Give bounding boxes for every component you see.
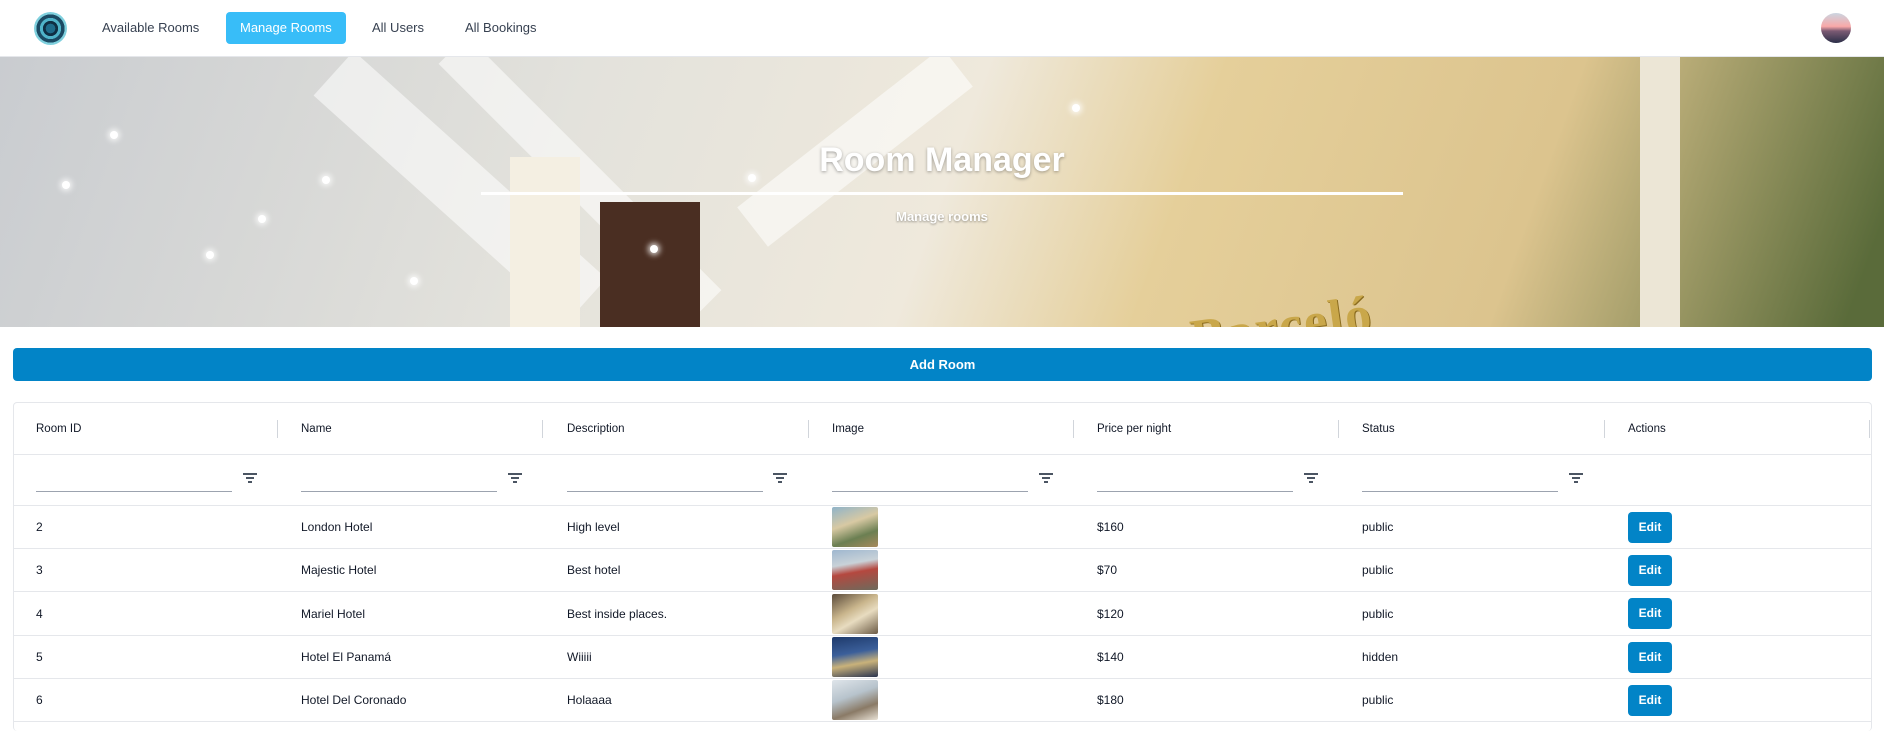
cell-price: $140 [1097,650,1124,664]
cell-price: $70 [1097,563,1118,577]
table-row[interactable]: 5 Hotel El Panamá Wiiiii $140 hidden Edi… [14,636,1871,679]
hero-banner: Barceló Room Manager Manage rooms [0,57,1884,327]
hero-ceiling-light [410,277,418,285]
cell-status: public [1362,606,1394,621]
cell-status: public [1362,520,1394,534]
top-navbar: Available Rooms Manage Rooms All Users A… [0,0,1884,57]
filter-input-image[interactable] [832,471,1028,492]
edit-button[interactable]: Edit [1628,598,1672,629]
hero-ceiling-light [62,181,70,189]
column-separator[interactable] [808,420,809,438]
column-separator[interactable] [1338,420,1339,438]
cell-price: $160 [1097,520,1124,534]
column-separator[interactable] [277,420,278,438]
cell-description: High level [567,520,620,534]
filter-input-name[interactable] [301,471,497,492]
cell-room-id: 5 [36,650,43,664]
nav-link-all-users[interactable]: All Users [358,12,438,44]
edit-button[interactable]: Edit [1628,684,1672,716]
page-subtitle: Manage rooms [896,209,988,224]
column-separator[interactable] [542,420,543,438]
cell-name: Hotel Del Coronado [301,693,407,707]
cell-description: Best hotel [567,563,621,577]
column-header-room-id[interactable]: Room ID [36,403,81,454]
cell-room-id: 2 [36,520,43,534]
filter-icon[interactable] [1039,472,1053,484]
filter-icon[interactable] [1304,472,1318,484]
room-thumbnail[interactable] [832,680,878,720]
cell-name: Hotel El Panamá [301,650,392,664]
cell-name: London Hotel [301,520,373,534]
cell-description: Holaaaa [567,693,612,707]
filter-input-description[interactable] [567,471,763,492]
app-logo-icon[interactable] [34,12,67,45]
filter-icon[interactable] [1569,472,1583,484]
cell-status: public [1362,693,1394,707]
filter-input-status[interactable] [1362,471,1558,492]
nav-link-all-bookings[interactable]: All Bookings [451,12,551,44]
hero-pillar [1640,57,1680,327]
table-filter-row [14,455,1871,506]
hero-ceiling-light [110,131,118,139]
cell-room-id: 6 [36,693,43,707]
table-row[interactable]: 2 London Hotel High level $160 public Ed… [14,506,1871,549]
cell-status: public [1362,563,1394,577]
cell-name: Mariel Hotel [301,606,366,621]
cell-description: Best inside places. [567,606,668,621]
filter-input-room-id[interactable] [36,471,232,492]
column-header-name[interactable]: Name [301,403,332,454]
filter-icon[interactable] [773,472,787,484]
table-header-row: Room ID Name Description Image Price per… [14,403,1871,455]
hero-ceiling-light [206,251,214,259]
add-room-button[interactable]: Add Room [13,348,1872,381]
column-separator[interactable] [1604,420,1605,438]
column-header-actions: Actions [1628,422,1666,435]
column-header-image[interactable]: Image [832,403,864,454]
edit-button[interactable]: Edit [1628,554,1672,586]
cell-price: $120 [1097,606,1124,621]
room-thumbnail[interactable] [832,507,878,547]
cell-room-id: 4 [36,606,43,621]
hero-pillar [510,157,580,327]
edit-button[interactable]: Edit [1628,641,1672,673]
room-thumbnail[interactable] [832,593,878,634]
table-row[interactable]: 4 Mariel Hotel Best inside places. $120 … [14,592,1871,636]
filter-icon[interactable] [243,472,257,484]
edit-button[interactable]: Edit [1628,511,1672,543]
column-header-price[interactable]: Price per night [1097,403,1171,454]
filter-icon[interactable] [508,472,522,484]
hero-ceiling-light [650,245,658,253]
cell-room-id: 3 [36,563,43,577]
room-thumbnail[interactable] [832,637,878,677]
cell-status: hidden [1362,650,1399,664]
hero-ceiling-light [1072,104,1080,112]
cell-description: Wiiiii [567,650,592,664]
table-row[interactable]: 3 Majestic Hotel Best hotel $70 public E… [14,549,1871,592]
cell-name: Majestic Hotel [301,563,377,577]
nav-link-available-rooms[interactable]: Available Rooms [88,12,213,44]
user-avatar[interactable] [1821,13,1851,43]
title-underline [481,192,1403,195]
rooms-table: Room ID Name Description Image Price per… [13,402,1872,731]
column-separator[interactable] [1869,420,1870,438]
column-header-description[interactable]: Description [567,403,625,454]
column-separator[interactable] [1073,420,1074,438]
column-header-status[interactable]: Status [1362,403,1395,454]
room-thumbnail[interactable] [832,550,878,590]
cell-price: $180 [1097,693,1124,707]
nav-link-manage-rooms[interactable]: Manage Rooms [226,12,346,44]
table-row[interactable]: 6 Hotel Del Coronado Holaaaa $180 public… [14,679,1871,722]
hero-sign-lettering: Barceló [1186,285,1377,327]
page-title: Room Manager [819,141,1065,179]
filter-input-price[interactable] [1097,471,1293,492]
